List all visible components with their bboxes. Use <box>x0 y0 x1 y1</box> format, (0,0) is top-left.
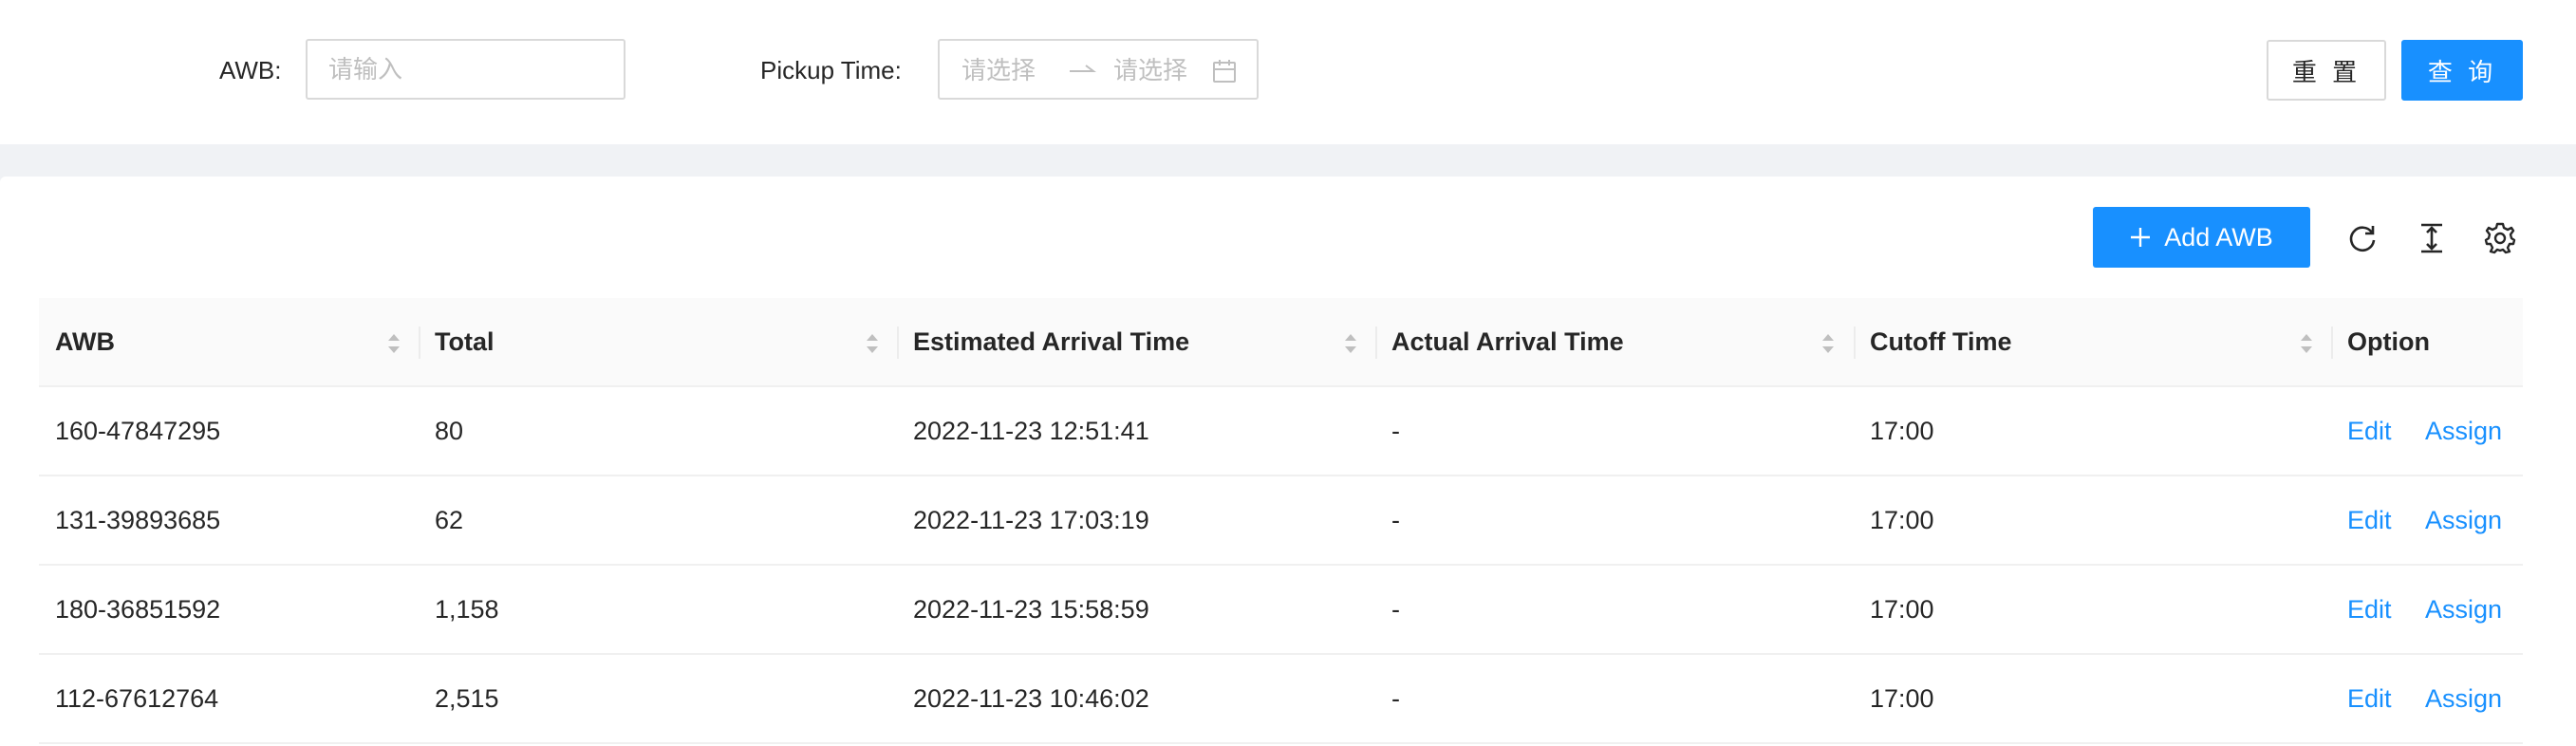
swap-right-icon <box>1070 65 1096 72</box>
cell-awb: 160-47847295 <box>55 416 221 445</box>
column-divider <box>2331 326 2333 359</box>
edit-link[interactable]: Edit <box>2347 655 2392 742</box>
pickup-time-range-picker[interactable]: 请选择 请选择 <box>938 39 1259 100</box>
cell-cutoff: 17:00 <box>1870 505 1934 534</box>
column-header-option: Option <box>2347 326 2430 356</box>
table-row: 131-39893685 62 2022-11-23 17:03:19 - 17… <box>39 476 2523 566</box>
table-row: 180-36851592 1,158 2022-11-23 15:58:59 -… <box>39 566 2523 655</box>
range-start-input[interactable]: 请选择 <box>961 55 1036 85</box>
query-button[interactable]: 查 询 <box>2401 40 2523 101</box>
cell-total: 80 <box>435 416 464 445</box>
column-header-total[interactable]: Total <box>435 298 495 385</box>
cell-eta: 2022-11-23 12:51:41 <box>913 416 1149 445</box>
range-end-input[interactable]: 请选择 <box>1113 55 1187 85</box>
cell-cutoff: 17:00 <box>1870 683 1934 713</box>
add-awb-button[interactable]: Add AWB <box>2093 207 2310 268</box>
reset-button[interactable]: 重 置 <box>2267 40 2386 101</box>
sort-icon[interactable] <box>864 329 881 358</box>
assign-link[interactable]: Assign <box>2425 566 2502 653</box>
cell-total: 2,515 <box>435 683 499 713</box>
table-row: 160-47847295 80 2022-11-23 12:51:41 - 17… <box>39 387 2523 476</box>
cell-cutoff: 17:00 <box>1870 416 1934 445</box>
cell-awb: 112-67612764 <box>55 683 219 713</box>
reload-icon[interactable] <box>2346 222 2379 254</box>
assign-link[interactable]: Assign <box>2425 476 2502 564</box>
table-row: 112-67612764 2,515 2022-11-23 10:46:02 -… <box>39 655 2523 744</box>
edit-link[interactable]: Edit <box>2347 476 2392 564</box>
cell-total: 62 <box>435 505 464 534</box>
column-header-cutoff[interactable]: Cutoff Time <box>1870 298 2012 385</box>
edit-link[interactable]: Edit <box>2347 387 2392 475</box>
pickup-time-label: Pickup Time: <box>760 56 902 84</box>
add-awb-label: Add AWB <box>2164 222 2273 252</box>
cell-ata: - <box>1391 505 1400 534</box>
plus-icon <box>2131 228 2151 247</box>
cell-ata: - <box>1391 683 1400 713</box>
column-divider <box>419 326 420 359</box>
sort-icon[interactable] <box>1342 329 1359 358</box>
awb-label: AWB: <box>219 56 282 84</box>
assign-link[interactable]: Assign <box>2425 387 2502 475</box>
column-header-actual-arrival[interactable]: Actual Arrival Time <box>1391 298 1624 385</box>
table-card: Add AWB AWB Total Estimated Arrival Time <box>0 177 2576 746</box>
column-height-icon[interactable] <box>2416 222 2448 254</box>
sort-icon[interactable] <box>1820 329 1837 358</box>
column-header-estimated-arrival[interactable]: Estimated Arrival Time <box>913 298 1189 385</box>
edit-link[interactable]: Edit <box>2347 566 2392 653</box>
awb-table: AWB Total Estimated Arrival Time Actual … <box>39 298 2523 744</box>
cell-total: 1,158 <box>435 594 499 624</box>
sort-icon[interactable] <box>385 329 402 358</box>
cell-awb: 131-39893685 <box>55 505 221 534</box>
cell-eta: 2022-11-23 10:46:02 <box>913 683 1149 713</box>
column-divider <box>897 326 899 359</box>
calendar-icon <box>1213 60 1236 83</box>
table-header: AWB Total Estimated Arrival Time Actual … <box>39 298 2523 387</box>
sort-icon[interactable] <box>2298 329 2315 358</box>
column-header-awb[interactable]: AWB <box>55 298 115 385</box>
cell-ata: - <box>1391 594 1400 624</box>
awb-input[interactable] <box>306 39 625 100</box>
cell-ata: - <box>1391 416 1400 445</box>
cell-cutoff: 17:00 <box>1870 594 1934 624</box>
search-form: AWB: Pickup Time: 请选择 请选择 重 置 查 询 <box>0 0 2576 144</box>
cell-awb: 180-36851592 <box>55 594 221 624</box>
cell-eta: 2022-11-23 17:03:19 <box>913 505 1149 534</box>
cell-eta: 2022-11-23 15:58:59 <box>913 594 1149 624</box>
column-divider <box>1854 326 1856 359</box>
assign-link[interactable]: Assign <box>2425 655 2502 742</box>
column-divider <box>1375 326 1377 359</box>
setting-icon[interactable] <box>2484 222 2516 254</box>
